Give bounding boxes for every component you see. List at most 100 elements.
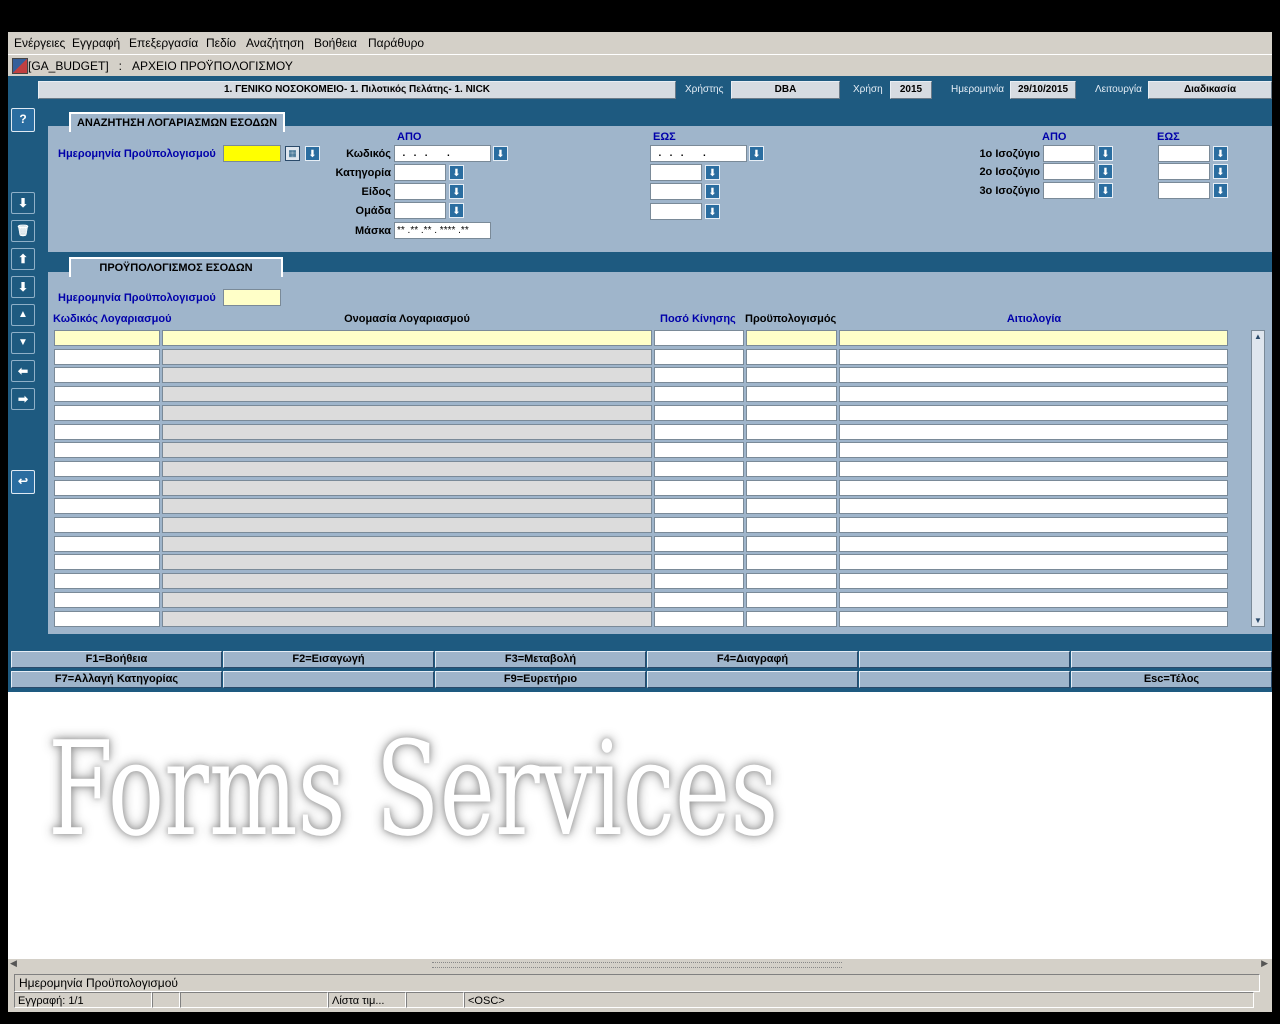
cell-account-code[interactable] bbox=[54, 424, 160, 440]
cell-account-name[interactable] bbox=[162, 480, 652, 496]
group-to-lov-icon[interactable]: ⬇ bbox=[705, 204, 720, 219]
balance-1-from-lov-icon[interactable]: ⬇ bbox=[1098, 146, 1113, 161]
type-to-lov-icon[interactable]: ⬇ bbox=[705, 184, 720, 199]
cell-budget[interactable] bbox=[746, 461, 837, 477]
cell-budget[interactable] bbox=[746, 349, 837, 365]
cell-account-name[interactable] bbox=[162, 367, 652, 383]
cell-account-name[interactable] bbox=[162, 611, 652, 627]
code-from-lov-icon[interactable]: ⬇ bbox=[493, 146, 508, 161]
scroll-left-icon[interactable]: ◀ bbox=[10, 958, 17, 969]
type-from-input[interactable] bbox=[394, 183, 446, 200]
cell-justification[interactable] bbox=[839, 424, 1228, 440]
cell-account-name[interactable] bbox=[162, 349, 652, 365]
cell-account-code[interactable] bbox=[54, 386, 160, 402]
help-button[interactable]: ? bbox=[11, 108, 35, 132]
cell-justification[interactable] bbox=[839, 611, 1228, 627]
cell-movement-amount[interactable] bbox=[654, 349, 744, 365]
group-from-input[interactable] bbox=[394, 202, 446, 219]
cell-budget[interactable] bbox=[746, 573, 837, 589]
previous-block-button[interactable]: ⬅ bbox=[11, 360, 35, 382]
balance-2-to-lov-icon[interactable]: ⬇ bbox=[1213, 164, 1228, 179]
cell-account-name[interactable] bbox=[162, 498, 652, 514]
delete-record-button[interactable]: 🗑 bbox=[11, 220, 35, 242]
type-from-lov-icon[interactable]: ⬇ bbox=[449, 184, 464, 199]
fkey-row2-5[interactable] bbox=[859, 671, 1070, 688]
cell-budget[interactable] bbox=[746, 386, 837, 402]
cell-justification[interactable] bbox=[839, 517, 1228, 533]
code-from-input[interactable]: . . . . bbox=[394, 145, 491, 162]
scroll-thumb-grip[interactable] bbox=[432, 962, 842, 968]
cell-budget[interactable] bbox=[746, 592, 837, 608]
scroll-right-icon[interactable]: ▶ bbox=[1261, 958, 1268, 969]
cell-justification[interactable] bbox=[839, 461, 1228, 477]
menu-window[interactable]: Παράθυρο bbox=[368, 36, 424, 50]
cell-movement-amount[interactable] bbox=[654, 517, 744, 533]
cell-account-name[interactable] bbox=[162, 442, 652, 458]
fkey-row1-3[interactable]: F3=Μεταβολή bbox=[435, 651, 646, 668]
cell-budget[interactable] bbox=[746, 442, 837, 458]
cell-movement-amount[interactable] bbox=[654, 611, 744, 627]
cell-account-code[interactable] bbox=[54, 536, 160, 552]
cell-justification[interactable] bbox=[839, 592, 1228, 608]
category-from-input[interactable] bbox=[394, 164, 446, 181]
cell-justification[interactable] bbox=[839, 367, 1228, 383]
cell-justification[interactable] bbox=[839, 442, 1228, 458]
menu-edit[interactable]: Επεξεργασία bbox=[129, 36, 198, 50]
cell-movement-amount[interactable] bbox=[654, 554, 744, 570]
vertical-scrollbar[interactable]: ▲ ▼ bbox=[1251, 330, 1265, 627]
menu-record[interactable]: Εγγραφή bbox=[72, 36, 120, 50]
cell-account-code[interactable] bbox=[54, 330, 160, 346]
scroll-up-icon[interactable]: ▲ bbox=[1254, 332, 1262, 341]
cell-budget[interactable] bbox=[746, 480, 837, 496]
cell-movement-amount[interactable] bbox=[654, 573, 744, 589]
cell-justification[interactable] bbox=[839, 480, 1228, 496]
cell-account-code[interactable] bbox=[54, 461, 160, 477]
cell-account-name[interactable] bbox=[162, 517, 652, 533]
cell-movement-amount[interactable] bbox=[654, 367, 744, 383]
insert-record-button[interactable]: ⬇ bbox=[11, 192, 35, 214]
cell-budget[interactable] bbox=[746, 517, 837, 533]
balance-3-from-input[interactable] bbox=[1043, 182, 1095, 199]
fkey-row1-4[interactable]: F4=Διαγραφή bbox=[647, 651, 858, 668]
cell-budget[interactable] bbox=[746, 424, 837, 440]
cell-movement-amount[interactable] bbox=[654, 386, 744, 402]
cell-movement-amount[interactable] bbox=[654, 461, 744, 477]
cell-account-code[interactable] bbox=[54, 611, 160, 627]
balance-1-to-lov-icon[interactable]: ⬇ bbox=[1213, 146, 1228, 161]
undo-button[interactable]: ↩ bbox=[11, 470, 35, 494]
cell-account-code[interactable] bbox=[54, 480, 160, 496]
previous-record-button[interactable]: ▲ bbox=[11, 304, 35, 326]
cell-account-name[interactable] bbox=[162, 461, 652, 477]
cell-movement-amount[interactable] bbox=[654, 498, 744, 514]
balance-3-to-lov-icon[interactable]: ⬇ bbox=[1213, 183, 1228, 198]
next-block-button[interactable]: ➡ bbox=[11, 388, 35, 410]
cell-movement-amount[interactable] bbox=[654, 405, 744, 421]
next-record-button[interactable]: ▼ bbox=[11, 332, 35, 354]
first-record-button[interactable]: ⬆ bbox=[11, 248, 35, 270]
cell-account-name[interactable] bbox=[162, 592, 652, 608]
cell-movement-amount[interactable] bbox=[654, 592, 744, 608]
cell-account-code[interactable] bbox=[54, 442, 160, 458]
cell-movement-amount[interactable] bbox=[654, 442, 744, 458]
balance-1-from-input[interactable] bbox=[1043, 145, 1095, 162]
fkey-row2-3[interactable]: F9=Ευρετήριο bbox=[435, 671, 646, 688]
cell-account-name[interactable] bbox=[162, 405, 652, 421]
group-from-lov-icon[interactable]: ⬇ bbox=[449, 203, 464, 218]
cell-movement-amount[interactable] bbox=[654, 424, 744, 440]
scroll-down-icon[interactable]: ▼ bbox=[1254, 616, 1262, 625]
search-budget-date-input[interactable] bbox=[223, 145, 281, 162]
type-to-input[interactable] bbox=[650, 183, 702, 200]
cell-justification[interactable] bbox=[839, 536, 1228, 552]
cell-movement-amount[interactable] bbox=[654, 536, 744, 552]
balance-2-from-lov-icon[interactable]: ⬇ bbox=[1098, 164, 1113, 179]
balance-3-from-lov-icon[interactable]: ⬇ bbox=[1098, 183, 1113, 198]
balance-2-to-input[interactable] bbox=[1158, 163, 1210, 180]
cell-account-code[interactable] bbox=[54, 367, 160, 383]
balance-2-from-input[interactable] bbox=[1043, 163, 1095, 180]
fkey-row1-1[interactable]: F1=Βοήθεια bbox=[11, 651, 222, 668]
cell-account-name[interactable] bbox=[162, 386, 652, 402]
calendar-icon[interactable]: ▦ bbox=[285, 146, 300, 161]
cell-movement-amount[interactable] bbox=[654, 480, 744, 496]
cell-account-code[interactable] bbox=[54, 517, 160, 533]
cell-justification[interactable] bbox=[839, 573, 1228, 589]
